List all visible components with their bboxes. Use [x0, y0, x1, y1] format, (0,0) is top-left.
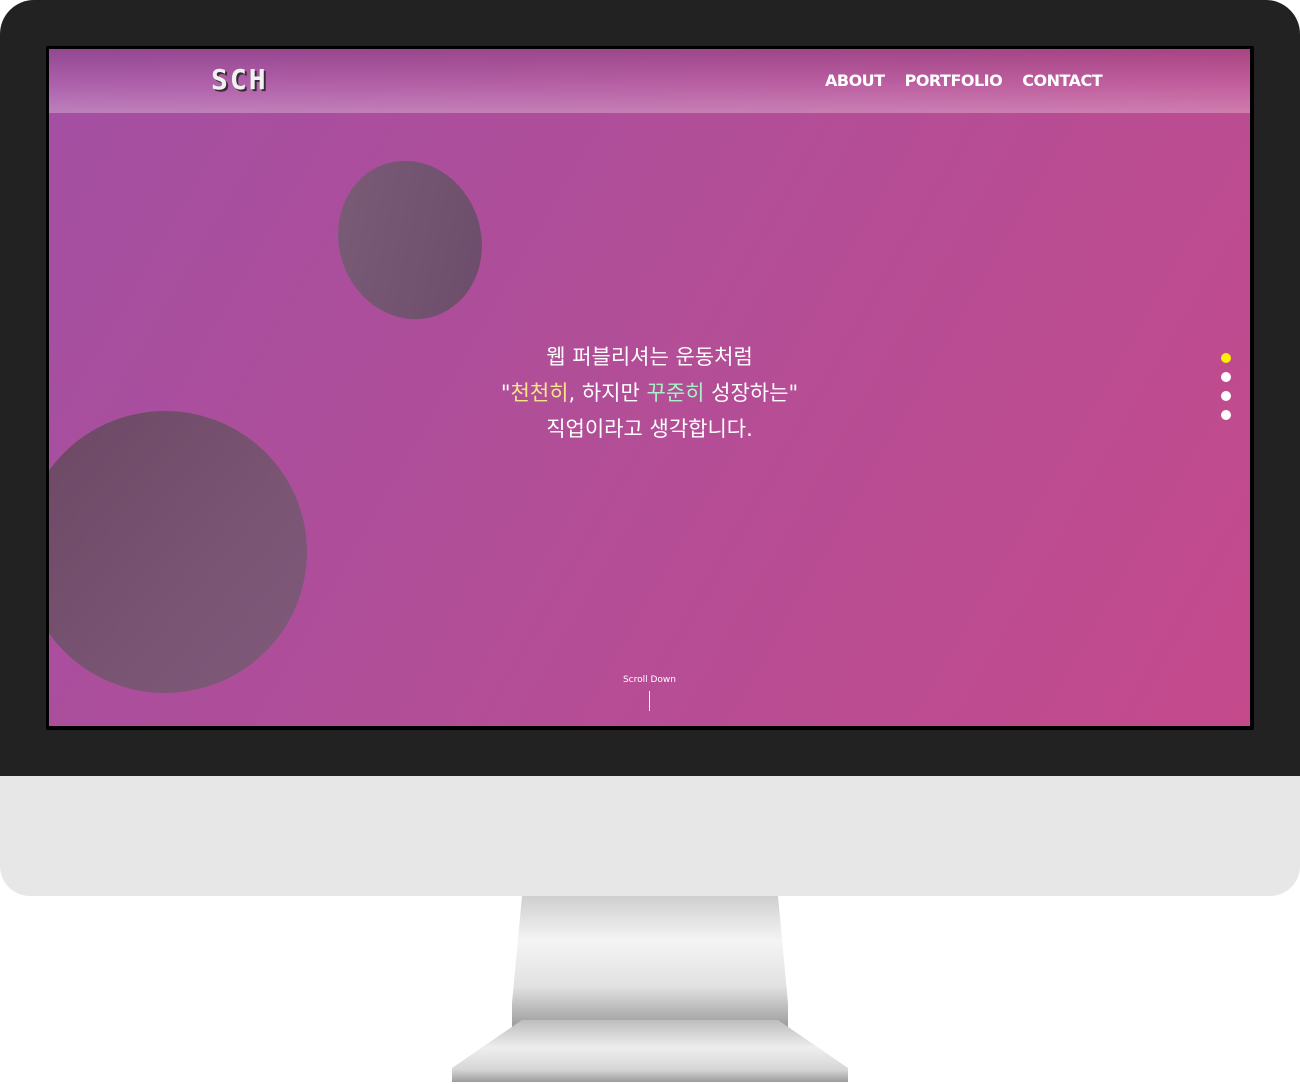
nav-contact[interactable]: CONTACT: [1022, 71, 1102, 90]
pagination-dot-3[interactable]: [1221, 391, 1231, 401]
decorative-circle-small: [317, 141, 503, 339]
pagination-dot-2[interactable]: [1221, 372, 1231, 382]
site-header: SCH ABOUT PORTFOLIO CONTACT: [49, 49, 1250, 113]
monitor-screen: SCH ABOUT PORTFOLIO CONTACT 웹 퍼블리셔는 운동처럼…: [46, 46, 1254, 730]
decorative-circle-large: [49, 411, 307, 693]
nav-about[interactable]: ABOUT: [825, 71, 885, 90]
intro-highlight-steadily: 꾸준히: [646, 381, 705, 405]
intro-highlight-slowly: 천천히: [510, 381, 569, 405]
intro-line-1: 웹 퍼블리셔는 운동처럼: [546, 345, 753, 369]
website-viewport: SCH ABOUT PORTFOLIO CONTACT 웹 퍼블리셔는 운동처럼…: [49, 49, 1250, 726]
monitor-mockup: SCH ABOUT PORTFOLIO CONTACT 웹 퍼블리셔는 운동처럼…: [0, 0, 1300, 1084]
intro-line-2: "천천히, 하지만 꾸준히 성장하는": [49, 375, 1250, 411]
monitor-chin: [0, 776, 1300, 896]
section-pagination: [1221, 353, 1231, 420]
scroll-down-label[interactable]: Scroll Down: [49, 675, 1250, 685]
intro-line-2-mid: , 하지만: [568, 381, 647, 405]
main-nav: ABOUT PORTFOLIO CONTACT: [825, 71, 1103, 90]
site-logo[interactable]: SCH: [211, 63, 268, 96]
intro-line-3: 직업이라고 생각합니다.: [546, 417, 753, 441]
scroll-down-line: [649, 691, 650, 711]
monitor-stand-base: [452, 1020, 848, 1082]
intro-line-2-end: 성장하는": [704, 381, 799, 405]
intro-text: 웹 퍼블리셔는 운동처럼 "천천히, 하지만 꾸준히 성장하는" 직업이라고 생…: [49, 339, 1250, 447]
pagination-dot-4[interactable]: [1221, 410, 1231, 420]
intro-open-quote: ": [500, 381, 511, 405]
pagination-dot-1[interactable]: [1221, 353, 1231, 363]
nav-portfolio[interactable]: PORTFOLIO: [905, 71, 1003, 90]
